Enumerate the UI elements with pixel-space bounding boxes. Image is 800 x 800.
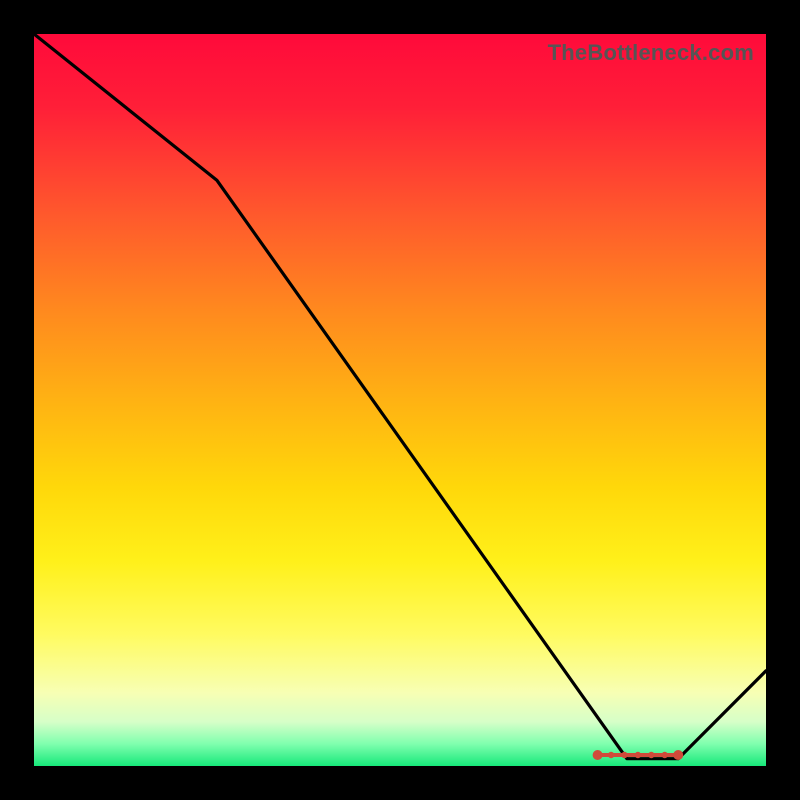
chart-frame: TheBottleneck.com <box>0 0 800 800</box>
chart-svg <box>34 34 766 766</box>
marker-dot <box>648 752 654 758</box>
plot-area: TheBottleneck.com <box>34 34 766 766</box>
marker-dot <box>593 750 603 760</box>
marker-dot <box>635 752 641 758</box>
marker-dot <box>621 752 627 758</box>
bottleneck-curve-line <box>34 34 766 759</box>
marker-dot <box>673 750 683 760</box>
marker-dot <box>608 752 614 758</box>
marker-dot <box>662 752 668 758</box>
